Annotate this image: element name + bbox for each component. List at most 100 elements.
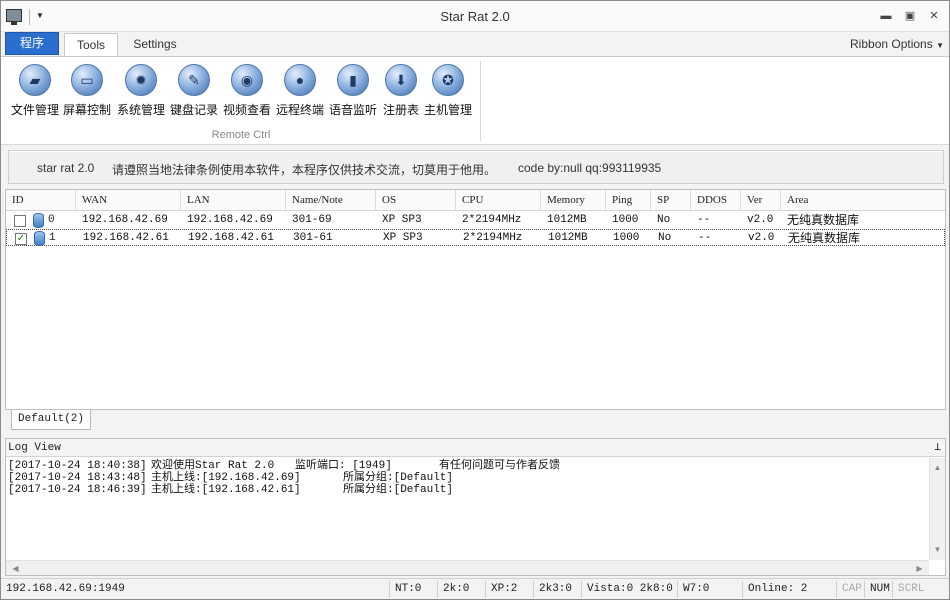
tab-tools[interactable]: Tools [64,33,118,57]
cell-lan: 192.168.42.61 [188,232,274,244]
cell-sp: No [657,214,671,226]
log-panel: Log View ⊥ [2017-10-24 18:40:38] 欢迎使用Sta… [5,438,946,576]
status-2k-count: 2k:0 [437,581,485,598]
log-message: 主机上线:[192.168.42.61] [151,484,301,496]
info-banner: star rat 2.0 请遵照当地法律条例使用本软件，本程序仅供技术交流，切莫… [8,150,944,184]
video-view-label: 视频查看 [222,103,271,117]
table-row[interactable]: 0 192.168.42.69 192.168.42.69 301-69 XP … [6,212,945,229]
column-header-name[interactable]: Name/Note [286,190,376,211]
column-header-id[interactable]: ID [6,190,76,211]
maximize-icon[interactable]: ▣ [899,8,921,24]
banner-notice: 请遵照当地法律条例使用本软件，本程序仅供技术交流，切莫用于他用。 [112,163,497,177]
log-title: Log View [8,442,61,454]
status-address: 192.168.42.69:1949 [6,583,125,595]
column-header-ddos[interactable]: DDOS [691,190,741,211]
row-checkbox[interactable] [14,215,26,227]
table-header: ID WAN LAN Name/Note OS CPU Memory Ping … [6,190,945,211]
ribbon-options-button[interactable]: Ribbon Options ▼ [850,37,944,51]
group-tab-strip: Default(2) [5,410,946,436]
close-icon[interactable]: ✕ [923,8,945,24]
cell-ver: v2.0 [747,214,774,226]
status-xp-count: XP:2 [485,581,533,598]
cell-ping: 1000 [612,214,639,226]
column-header-os[interactable]: OS [376,190,456,211]
vertical-scrollbar[interactable]: ▲ ▼ [929,458,945,560]
system-manager-button[interactable]: ✹ 系统管理 [113,64,169,128]
app-menu-button[interactable]: 程序 [5,32,59,55]
camera-icon: ◉ [231,64,263,96]
cell-id: 0 [48,214,55,226]
cell-area: 无纯真数据库 [787,213,860,227]
ribbon-tab-bar: 程序 Tools Settings Ribbon Options ▼ [1,32,949,57]
badge-icon: ✪ [432,64,464,96]
status-scroll-lock: SCRL [892,581,932,598]
cell-name: 301-61 [293,232,333,244]
scroll-right-icon[interactable]: ▶ [912,561,927,576]
scroll-up-icon[interactable]: ▲ [930,460,945,476]
status-vista-2k8-count: Vista:0 2k8:0 [581,581,677,598]
status-bar: 192.168.42.69:1949 NT:0 2k:0 XP:2 2k3:0 … [1,578,949,599]
table-row[interactable]: ✓ 1 192.168.42.61 192.168.42.61 301-61 X… [6,229,945,246]
system-manager-label: 系统管理 [116,103,165,117]
cell-ping: 1000 [613,232,640,244]
screen-control-button[interactable]: ▭ 屏幕控制 [59,64,115,128]
cell-cpu: 2*2194MHz [463,232,523,244]
chevron-down-icon: ▼ [936,41,944,50]
row-checkbox[interactable]: ✓ [15,233,27,245]
column-header-area[interactable]: Area [781,190,945,211]
remote-terminal-button[interactable]: ● 远程终端 [272,64,328,128]
cell-name: 301-69 [292,214,332,226]
tab-default-group[interactable]: Default(2) [11,410,91,430]
banner-author: code by:null qq:993119935 [518,161,662,175]
ribbon-group-label: Remote Ctrl [211,129,271,141]
window-title: Star Rat 2.0 [440,9,510,24]
cell-memory: 1012MB [547,214,587,226]
status-online-count: Online: 2 [742,581,836,598]
tab-settings[interactable]: Settings [125,33,185,57]
video-view-button[interactable]: ◉ 视频查看 [219,64,275,128]
log-line: [2017-10-24 18:46:39] 主机上线:[192.168.42.6… [8,484,928,497]
pin-icon[interactable]: ⊥ [934,439,941,457]
cell-sp: No [658,232,672,244]
cell-ver: v2.0 [748,232,775,244]
cell-lan: 192.168.42.69 [187,214,273,226]
main-window: ▼ Star Rat 2.0 ▬ ▣ ✕ 程序 Tools Settings R… [0,0,950,600]
title-bar: ▼ Star Rat 2.0 ▬ ▣ ✕ [1,1,949,32]
scroll-down-icon[interactable]: ▼ [930,542,945,558]
log-header: Log View ⊥ [6,439,945,457]
column-header-ping[interactable]: Ping [606,190,651,211]
scroll-left-icon[interactable]: ◀ [8,561,23,576]
minimize-icon[interactable]: ▬ [875,8,897,24]
cell-cpu: 2*2194MHz [462,214,522,226]
column-header-memory[interactable]: Memory [541,190,606,211]
cell-id: 1 [49,232,56,244]
column-header-ver[interactable]: Ver [741,190,781,211]
column-header-cpu[interactable]: CPU [456,190,541,211]
folder-icon: ▰ [19,64,51,96]
log-message: 所属分组:[Default] [343,484,454,496]
host-manager-button[interactable]: ✪ 主机管理 [420,64,476,128]
cell-wan: 192.168.42.61 [83,232,169,244]
cell-ddos: -- [697,214,711,226]
file-manager-label: 文件管理 [10,103,59,117]
status-caps-lock: CAP [836,581,864,598]
ribbon-group-separator [480,61,481,141]
cell-ddos: -- [698,232,712,244]
horizontal-scrollbar[interactable]: ◀ ▶ [6,560,929,575]
chat-icon: ● [284,64,316,96]
database-icon [33,213,44,228]
column-header-lan[interactable]: LAN [181,190,286,211]
ribbon-panel: ▰ 文件管理 ▭ 屏幕控制 ✹ 系统管理 ✎ 键盘记录 ◉ 视频查看 ● 远程终端 ▮ 语音监… [1,56,949,145]
banner-app-name: star rat 2.0 [37,161,95,175]
cell-os: XP SP3 [383,232,423,244]
keylogger-label: 键盘记录 [169,103,218,117]
remote-terminal-label: 远程终端 [275,103,324,117]
column-header-sp[interactable]: SP [651,190,691,211]
checkmark-icon: ✓ [16,233,26,244]
column-header-wan[interactable]: WAN [76,190,181,211]
status-w7-count: W7:0 [677,581,742,598]
file-manager-button[interactable]: ▰ 文件管理 [7,64,63,128]
log-time: [2017-10-24 18:46:39] [8,484,147,496]
monitor-icon: ▭ [71,64,103,96]
keylogger-button[interactable]: ✎ 键盘记录 [166,64,222,128]
